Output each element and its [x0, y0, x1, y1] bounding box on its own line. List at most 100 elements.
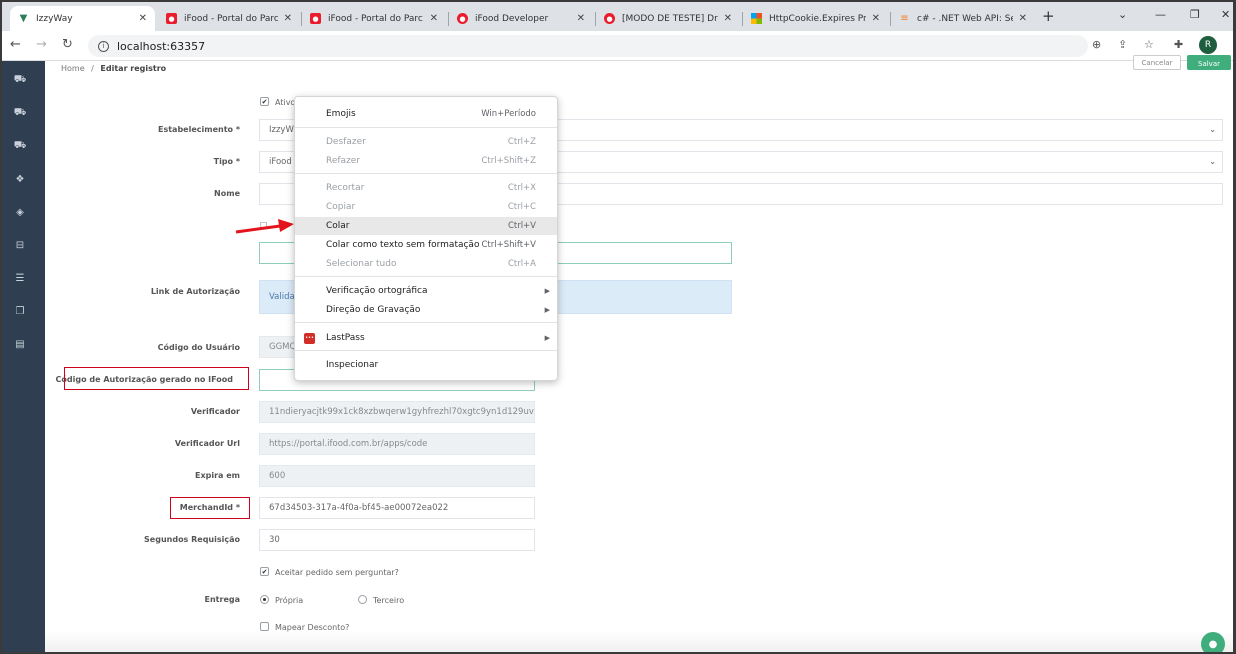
mapear-desconto-checkbox[interactable] [260, 622, 269, 631]
menu-separator [295, 276, 557, 277]
file-icon[interactable]: ▤ [14, 338, 26, 350]
entrega-terceiro-radio[interactable] [358, 595, 367, 604]
close-icon[interactable]: ✕ [284, 13, 292, 24]
estabelecimento-label: Estabelecimento * [158, 125, 240, 134]
menu-item-copiar[interactable]: Copiar Ctrl+C [295, 198, 557, 216]
segundos-requisicao-input[interactable]: 30 [259, 529, 535, 551]
app-sidebar: ⛟ ⛟ ⛟ ❖ ◈ ⊟ ☰ ❐ ▤ [2, 61, 45, 652]
menu-separator [295, 350, 557, 351]
expira-em-input[interactable]: 600 [259, 465, 535, 487]
ifood-icon: ● [604, 13, 615, 24]
highlight-box [64, 367, 249, 390]
tab-ifood-portal-2[interactable]: ● iFood - Portal do Parc ✕ [302, 6, 446, 31]
list-icon[interactable]: ☰ [14, 272, 26, 284]
tab-ifood-portal-1[interactable]: ● iFood - Portal do Parc ✕ [158, 6, 300, 31]
microsoft-icon [751, 13, 762, 24]
address-bar[interactable]: i localhost:63357 [88, 35, 1088, 57]
tab-stackoverflow[interactable]: ≡ c# - .NET Web API: Se ✕ [891, 6, 1035, 31]
menu-item-direcao-gravacao[interactable]: Direção de Gravação ▶ [295, 301, 557, 319]
minimize-icon[interactable]: — [1155, 8, 1166, 21]
forward-arrow-icon[interactable]: → [36, 37, 47, 52]
browser-tab-strip: ▼ IzzyWay ✕ ● iFood - Portal do Parc ✕ ●… [2, 2, 1233, 31]
nome-label: Nome [214, 189, 240, 198]
menu-item-colar-sem-formatacao[interactable]: Colar como texto sem formatação Ctrl+Shi… [295, 236, 557, 254]
close-icon[interactable]: ✕ [1019, 13, 1027, 24]
share-icon[interactable]: ⇪ [1118, 38, 1127, 51]
lastpass-icon: ••• [304, 332, 315, 344]
mapear-desconto-label: Mapear Desconto? [275, 623, 350, 632]
link-autorizacao-label: Link de Autorização [150, 287, 240, 296]
extensions-icon[interactable]: ✚ [1174, 38, 1183, 51]
chat-icon[interactable]: ● [1201, 632, 1225, 652]
submenu-arrow-icon: ▶ [544, 334, 550, 342]
ifood-icon: ● [310, 13, 321, 24]
cart-icon[interactable]: ⛟ [14, 74, 27, 86]
browser-toolbar: ← → ↻ i localhost:63357 ⊕ ⇪ ☆ ✚ R [2, 31, 1233, 61]
cart-icon[interactable]: ⛟ [14, 107, 27, 119]
menu-item-verificacao-ortografica[interactable]: Verificação ortográfica ▶ [295, 282, 557, 300]
ativo-checkbox[interactable]: ✔ [260, 97, 269, 106]
menu-item-selecionar-tudo[interactable]: Selecionar tudo Ctrl+A [295, 255, 557, 273]
menu-item-recortar[interactable]: Recortar Ctrl+X [295, 179, 557, 197]
inbox-icon[interactable]: ⊟ [14, 239, 26, 251]
verificador-input[interactable]: 11ndieryacjtk99x1ck8xzbwqerw1gyhfrezhl70… [259, 401, 535, 423]
window-close-icon[interactable]: ✕ [1221, 8, 1230, 21]
breadcrumb: Home / Editar registro [61, 64, 166, 73]
back-arrow-icon[interactable]: ← [10, 37, 21, 52]
save-button[interactable]: Salvar [1187, 55, 1231, 70]
tab-izzyway[interactable]: ▼ IzzyWay ✕ [10, 6, 155, 31]
bookmark-star-icon[interactable]: ☆ [1144, 38, 1154, 51]
menu-item-inspecionar[interactable]: Inspecionar [295, 356, 557, 374]
aceitar-pedido-checkbox[interactable]: ✔ [260, 567, 269, 576]
verificador-url-label: Verificador Url [174, 439, 240, 448]
context-menu: Emojis Win+Período Desfazer Ctrl+Z Refaz… [294, 96, 558, 381]
entrega-propria-radio[interactable] [260, 595, 269, 604]
tab-httpcookie[interactable]: HttpCookie.Expires Pr ✕ [743, 6, 888, 31]
chevron-down-icon[interactable]: ⌄ [1118, 8, 1127, 21]
cube-icon[interactable]: ◈ [14, 206, 26, 218]
submenu-arrow-icon: ▶ [544, 306, 550, 314]
menu-item-desfazer[interactable]: Desfazer Ctrl+Z [295, 133, 557, 151]
zoom-icon[interactable]: ⊕ [1092, 38, 1101, 51]
entrega-terceiro-label: Terceiro [373, 596, 405, 605]
copy-icon[interactable]: ❐ [14, 305, 26, 317]
close-icon[interactable]: ✕ [139, 13, 147, 24]
tab-ifood-developer[interactable]: ● iFood Developer ✕ [449, 6, 593, 31]
screen: ▼ IzzyWay ✕ ● iFood - Portal do Parc ✕ ●… [2, 2, 1233, 652]
menu-item-colar[interactable]: Colar Ctrl+V [295, 217, 557, 235]
close-icon[interactable]: ✕ [872, 13, 880, 24]
info-icon[interactable]: i [98, 40, 109, 52]
chevron-down-icon: ⌄ [1209, 125, 1216, 134]
tab-modo-teste[interactable]: ● [MODO DE TESTE] Dr ✕ [596, 6, 740, 31]
entrega-propria-label: Própria [275, 596, 304, 605]
bottom-shade [45, 631, 1233, 652]
chevron-down-icon: ⌄ [1209, 157, 1216, 166]
breadcrumb-separator: / [91, 64, 94, 73]
breadcrumb-home[interactable]: Home [61, 64, 85, 73]
menu-item-lastpass[interactable]: ••• LastPass ▶ [295, 329, 557, 347]
segundos-requisicao-label: Segundos Requisição [144, 535, 240, 544]
cart-icon[interactable]: ⛟ [14, 140, 27, 152]
main-content: Home / Editar registro Cancelar Salvar ✔… [45, 55, 1233, 652]
menu-separator [295, 322, 557, 323]
menu-item-emojis[interactable]: Emojis Win+Período [295, 105, 557, 123]
menu-item-refazer[interactable]: Refazer Ctrl+Shift+Z [295, 152, 557, 170]
close-icon[interactable]: ✕ [724, 13, 732, 24]
tipo-label: Tipo * [213, 157, 240, 166]
restore-icon[interactable]: ❐ [1190, 8, 1200, 21]
entrega-label: Entrega [204, 595, 240, 604]
highlight-box [170, 497, 250, 519]
profile-avatar[interactable]: R [1199, 36, 1217, 54]
verificador-url-input[interactable]: https://portal.ifood.com.br/apps/code [259, 433, 535, 455]
merchant-id-input[interactable]: 67d34503-317a-4f0a-bf45-ae00072ea022 [259, 497, 535, 519]
close-icon[interactable]: ✕ [577, 13, 585, 24]
new-tab-button[interactable]: + [1042, 7, 1055, 25]
ativo-label: Ativo [275, 98, 296, 107]
cubes-icon[interactable]: ❖ [14, 173, 26, 185]
izzyway-icon: ▼ [18, 13, 29, 24]
ifood-icon: ● [457, 13, 468, 24]
aceitar-pedido-label: Aceitar pedido sem perguntar? [275, 568, 399, 577]
cancel-button[interactable]: Cancelar [1133, 55, 1181, 70]
close-icon[interactable]: ✕ [430, 13, 438, 24]
reload-icon[interactable]: ↻ [62, 37, 73, 52]
